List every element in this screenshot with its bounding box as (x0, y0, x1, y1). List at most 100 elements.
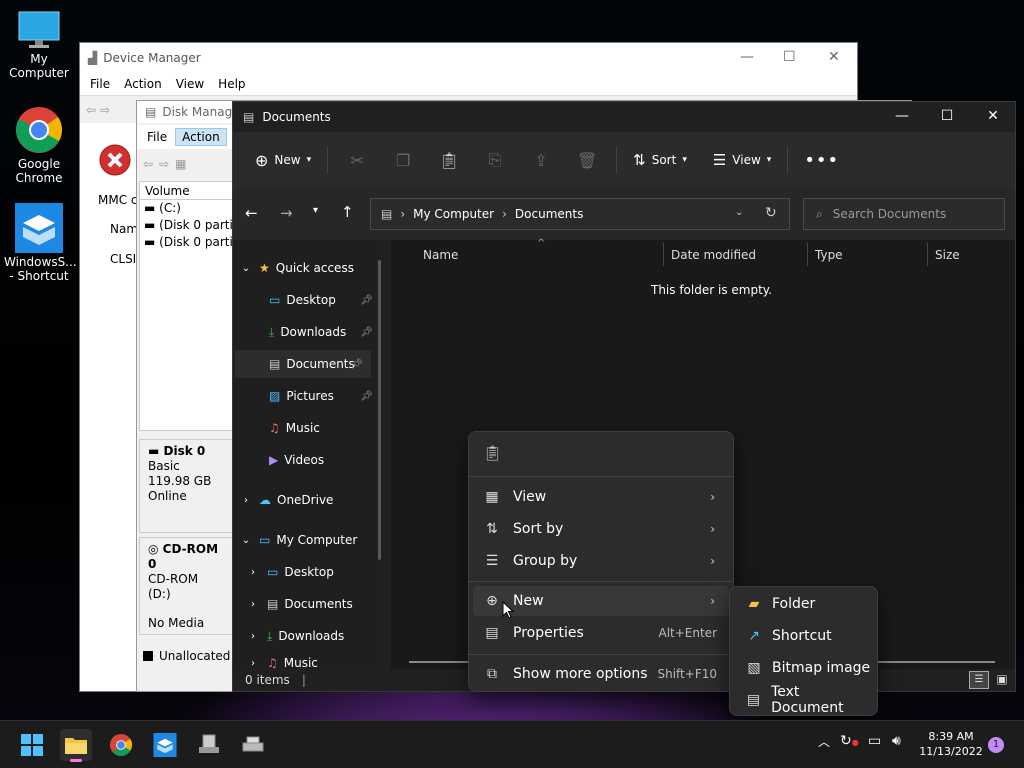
menu-action[interactable]: Action (124, 77, 162, 91)
nav-item-desktop[interactable]: ▭ Desktop 📌︎ (233, 286, 381, 314)
nav-item-documents[interactable]: ▤ Documents 📌︎ (235, 350, 371, 378)
breadcrumb-my-computer[interactable]: My Computer (413, 207, 494, 221)
nav-item-pc-downloads[interactable]: › ⤓ Downloads (233, 622, 381, 650)
back-icon[interactable]: ⇦ (86, 103, 96, 117)
refresh-icon[interactable]: ↻ (765, 205, 777, 221)
new-button[interactable]: ⊕ New ▾ (245, 151, 321, 170)
paste-icon[interactable]: 📋︎ (483, 444, 502, 462)
notification-badge[interactable]: 1 (988, 737, 1004, 753)
volume-row[interactable]: ▬ (Disk 0 partiti (140, 234, 232, 251)
menu-action[interactable]: Action (175, 128, 227, 146)
nav-item-my-computer[interactable]: ⌄ ▭ My Computer (233, 526, 381, 554)
cut-icon[interactable]: ✂ (334, 151, 380, 170)
view-button[interactable]: ☰ View ▾ (703, 151, 781, 169)
nav-item-pc-documents[interactable]: › ▤ Documents (233, 590, 381, 618)
pin-icon[interactable]: 📌︎ (350, 359, 363, 370)
search-box[interactable]: ⌕ Search Documents (803, 198, 1005, 230)
rename-icon[interactable]: ⎘ (472, 150, 518, 170)
recent-locations-icon[interactable]: ▾ (313, 205, 318, 216)
show-hidden-icons-icon[interactable]: ︿ (818, 733, 830, 750)
desktop-icon-windows-sandbox[interactable]: WindowsS... - Shortcut (1, 203, 77, 283)
pin-icon[interactable]: 📌︎ (360, 295, 373, 306)
menu-item-group-by[interactable]: ☰ Group by › (473, 546, 729, 576)
music-icon: ♫ (269, 421, 280, 435)
paste-icon[interactable]: 📋︎ (426, 151, 472, 170)
share-icon[interactable]: ⇪ (518, 151, 564, 170)
copy-icon[interactable]: ❐ (380, 151, 426, 170)
menu-divider (469, 476, 733, 477)
back-icon[interactable]: ⇦ (143, 157, 153, 171)
menu-file[interactable]: File (147, 130, 167, 144)
nav-scrollbar[interactable] (378, 260, 381, 560)
column-divider[interactable] (927, 242, 928, 266)
details-view-icon[interactable]: ☰ (969, 671, 989, 689)
menu-item-properties[interactable]: ▤ Properties Alt+Enter (473, 618, 729, 648)
clock[interactable]: 8:39 AM 11/13/2022 (918, 729, 984, 759)
nav-item-music[interactable]: ♫ Music (233, 414, 381, 442)
explorer-titlebar[interactable]: ▤ Documents — ☐ ✕ (233, 102, 1015, 132)
forward-arrow-icon[interactable]: → (280, 204, 293, 222)
taskbar-disk-management[interactable] (237, 729, 269, 761)
taskbar-chrome[interactable] (105, 729, 137, 761)
menu-item-view[interactable]: ▦ View › (473, 482, 729, 512)
submenu-item-folder[interactable]: ▰ Folder (734, 589, 873, 619)
menu-item-sort-by[interactable]: ⇅ Sort by › (473, 514, 729, 544)
desktop-icon-chrome[interactable]: Google Chrome (1, 105, 77, 185)
address-bar[interactable]: ▤ › My Computer › Documents ⌄ ↻ (370, 198, 790, 230)
device-manager-titlebar[interactable]: ▟ Device Manager — ☐ ✕ (80, 43, 857, 73)
back-arrow-icon[interactable]: ← (245, 204, 258, 222)
search-placeholder: Search Documents (832, 207, 947, 221)
cdrom-0-panel[interactable]: ◎ CD-ROM 0 CD-ROM (D:) No Media (139, 537, 233, 635)
nav-item-pc-desktop[interactable]: › ▭ Desktop (233, 558, 381, 586)
volume-row[interactable]: ▬ (C:) (140, 200, 232, 217)
submenu-item-text-document[interactable]: ▤ Text Document (734, 684, 873, 716)
taskbar-file-explorer[interactable] (60, 729, 92, 762)
breadcrumb-documents[interactable]: Documents (515, 207, 583, 221)
network-icon[interactable]: ▭ (868, 733, 881, 749)
desktop-icon-my-computer[interactable]: My Computer (1, 10, 77, 80)
volume-column-header[interactable]: Volume (140, 182, 232, 200)
computer-icon: ▭ (259, 533, 271, 547)
nav-item-onedrive[interactable]: › ☁ OneDrive (233, 486, 381, 514)
volume-row[interactable]: ▬ (Disk 0 partiti (140, 217, 232, 234)
more-options-icon[interactable]: ••• (794, 150, 849, 171)
submenu-item-shortcut[interactable]: ↗ Shortcut (734, 621, 873, 651)
column-divider[interactable] (663, 242, 664, 266)
column-header-type[interactable]: Type (815, 248, 843, 262)
nav-item-videos[interactable]: ▶ Videos (233, 446, 381, 474)
up-arrow-icon[interactable]: ↑ (341, 203, 354, 221)
nav-item-pictures[interactable]: ▨ Pictures 📌︎ (233, 382, 381, 410)
forward-icon[interactable]: ⇨ (100, 103, 110, 117)
disk-0-panel[interactable]: ▬ Disk 0 Basic 119.98 GB Online (139, 439, 233, 533)
column-divider[interactable] (807, 242, 808, 266)
sort-button[interactable]: ⇅ Sort ▾ (623, 151, 697, 169)
minimize-button[interactable]: — (887, 108, 917, 124)
address-dropdown-icon[interactable]: ⌄ (735, 207, 743, 218)
nav-item-downloads[interactable]: ⤓ Downloads 📌︎ (233, 318, 381, 346)
column-header-date-modified[interactable]: Date modified (671, 248, 756, 262)
taskbar-windows-sandbox[interactable] (149, 729, 181, 761)
maximize-button[interactable]: ☐ (932, 108, 962, 124)
close-button[interactable]: ✕ (978, 108, 1008, 124)
column-header-size[interactable]: Size (935, 248, 960, 262)
taskbar-device-manager[interactable] (193, 729, 225, 761)
start-button[interactable] (16, 729, 48, 761)
delete-icon[interactable]: 🗑︎ (564, 151, 610, 170)
volume-icon[interactable]: 🔊︎ (892, 733, 901, 749)
menu-file[interactable]: File (90, 77, 110, 91)
close-button[interactable]: ✕ (828, 49, 840, 65)
tiles-view-icon[interactable]: ▣ (993, 671, 1011, 689)
column-header-name[interactable]: Name (423, 248, 458, 262)
pin-icon[interactable]: 📌︎ (360, 327, 373, 338)
minimize-button[interactable]: — (740, 49, 754, 65)
menu-help[interactable]: Help (218, 77, 245, 91)
pin-icon[interactable]: 📌︎ (360, 391, 373, 402)
forward-icon[interactable]: ⇨ (159, 157, 169, 171)
sync-icon[interactable]: ↻● (840, 733, 859, 749)
nav-quick-access[interactable]: ⌄ ★ Quick access (233, 254, 381, 282)
menu-item-show-more-options[interactable]: ⧉ Show more options Shift+F10 (473, 659, 729, 689)
properties-icon[interactable]: ▦ (175, 157, 186, 171)
submenu-item-bitmap-image[interactable]: ▧ Bitmap image (734, 653, 873, 683)
menu-view[interactable]: View (176, 77, 204, 91)
maximize-button[interactable]: ☐ (783, 49, 796, 65)
